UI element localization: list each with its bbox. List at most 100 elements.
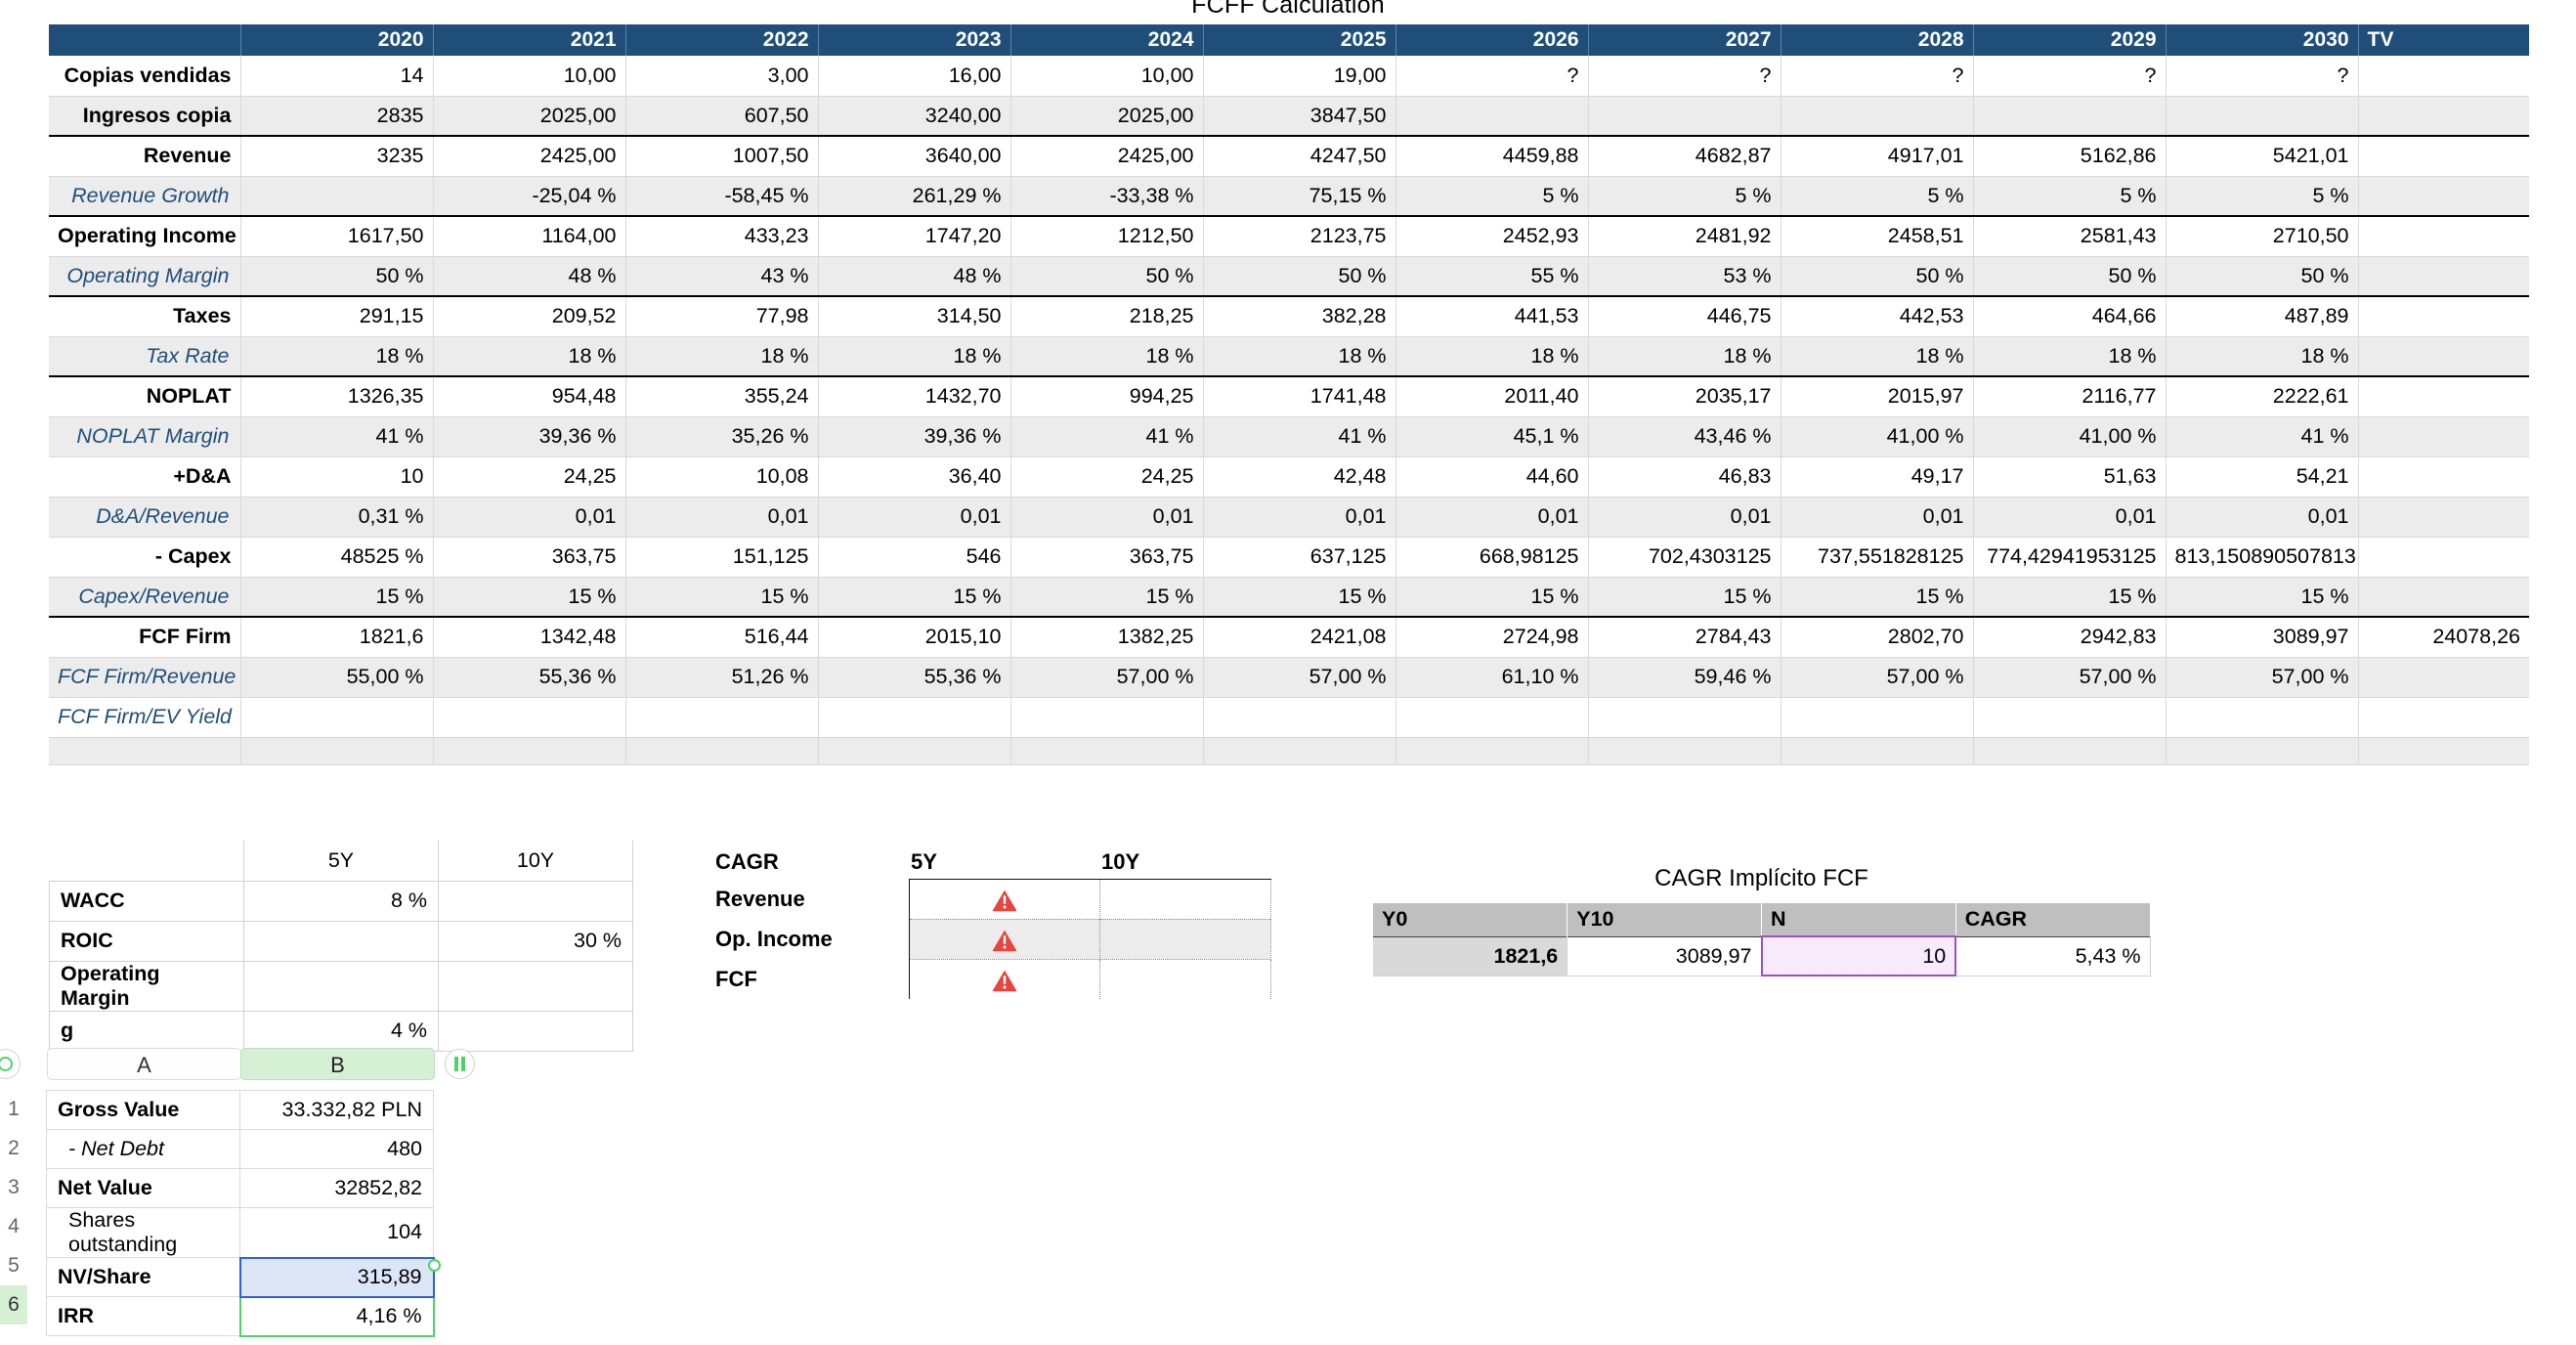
- fcff-cell[interactable]: 50 %: [1781, 256, 1974, 297]
- fcff-cell[interactable]: [2358, 215, 2529, 257]
- fcff-row-label[interactable]: Ingresos copia: [49, 96, 241, 137]
- fcff-cell[interactable]: [1973, 697, 2167, 738]
- fcff-cell[interactable]: 54,21: [2166, 456, 2359, 498]
- wacc-row-label[interactable]: Operating Margin: [49, 960, 244, 1012]
- pause-icon[interactable]: [445, 1049, 475, 1079]
- fcff-cell[interactable]: 55,36 %: [433, 657, 626, 698]
- fcff-cell[interactable]: [625, 697, 819, 738]
- fcff-cell[interactable]: 2421,08: [1203, 616, 1396, 658]
- implicit-cell-cagr[interactable]: 5,43 %: [1955, 935, 2151, 976]
- fcff-cell[interactable]: 218,25: [1010, 295, 1204, 337]
- valuation-row-value[interactable]: 104: [239, 1207, 434, 1258]
- fcff-cell[interactable]: 51,26 %: [625, 657, 819, 698]
- fcff-cell[interactable]: 57,00 %: [2166, 657, 2359, 698]
- fcff-cell[interactable]: [2358, 657, 2529, 698]
- fcff-cell[interactable]: [818, 737, 1011, 765]
- fcff-cell[interactable]: 607,50: [625, 96, 819, 137]
- selection-fill-handle[interactable]: [428, 1259, 441, 1272]
- fcff-row-label[interactable]: - Capex: [49, 537, 241, 578]
- fcff-cell[interactable]: 18 %: [1395, 336, 1589, 377]
- fcff-cell[interactable]: 3235: [240, 135, 434, 177]
- fcff-cell[interactable]: [1781, 96, 1974, 137]
- fcff-cell[interactable]: [1781, 697, 1974, 738]
- fcff-cell[interactable]: 57,00 %: [1203, 657, 1396, 698]
- wacc-cell-5y[interactable]: [243, 920, 439, 962]
- fcff-row-label[interactable]: NOPLAT Margin: [49, 416, 241, 457]
- fcff-cell[interactable]: 2481,92: [1588, 215, 1782, 257]
- wacc-cell-5y[interactable]: 8 %: [243, 880, 439, 922]
- fcff-row-label[interactable]: Operating Margin: [49, 256, 241, 297]
- fcff-row-label[interactable]: [49, 737, 241, 765]
- fcff-cell[interactable]: 15 %: [240, 577, 434, 618]
- fcff-cell[interactable]: 39,36 %: [818, 416, 1011, 457]
- wacc-row-label[interactable]: ROIC: [49, 920, 244, 962]
- cagr-cell-5y[interactable]: [908, 879, 1100, 919]
- cagr-cell-10y[interactable]: [1099, 918, 1271, 960]
- fcff-cell[interactable]: 35,26 %: [625, 416, 819, 457]
- fcff-cell[interactable]: 41,00 %: [1781, 416, 1974, 457]
- row-header[interactable]: 4: [0, 1207, 27, 1246]
- fcff-cell[interactable]: 10,00: [1010, 56, 1204, 97]
- fcff-cell[interactable]: 1821,6: [240, 616, 434, 658]
- fcff-cell[interactable]: 45,1 %: [1395, 416, 1589, 457]
- fcff-cell[interactable]: [1973, 737, 2167, 765]
- row-header[interactable]: 2: [0, 1129, 27, 1168]
- fcff-cell[interactable]: 10: [240, 456, 434, 498]
- fcff-cell[interactable]: 15 %: [1588, 577, 1782, 618]
- valuation-row-label[interactable]: IRR: [46, 1296, 240, 1336]
- fcff-cell[interactable]: 1617,50: [240, 215, 434, 257]
- fcff-col-header-2022[interactable]: 2022: [625, 24, 819, 56]
- fcff-cell[interactable]: 2802,70: [1781, 616, 1974, 658]
- fcff-cell[interactable]: 5 %: [1973, 176, 2167, 217]
- column-header-b[interactable]: B: [240, 1048, 435, 1080]
- fcff-cell[interactable]: 55 %: [1395, 256, 1589, 297]
- fcff-cell[interactable]: 2015,10: [818, 616, 1011, 658]
- fcff-cell[interactable]: 0,01: [1395, 497, 1589, 538]
- fcff-cell[interactable]: [2358, 577, 2529, 618]
- fcff-cell[interactable]: 2724,98: [1395, 616, 1589, 658]
- valuation-row-label[interactable]: Shares outstanding: [46, 1207, 240, 1258]
- fcff-row-label[interactable]: Copias vendidas: [49, 56, 241, 97]
- fcff-row-label[interactable]: Capex/Revenue: [49, 577, 241, 618]
- fcff-cell[interactable]: 702,4303125: [1588, 537, 1782, 578]
- fcff-cell[interactable]: 954,48: [433, 375, 626, 417]
- fcff-cell[interactable]: 18 %: [1973, 336, 2167, 377]
- fcff-cell[interactable]: 2123,75: [1203, 215, 1396, 257]
- fcff-cell[interactable]: [1395, 96, 1589, 137]
- fcff-row-label[interactable]: +D&A: [49, 456, 241, 498]
- fcff-row-label[interactable]: NOPLAT: [49, 375, 241, 417]
- fcff-cell[interactable]: 382,28: [1203, 295, 1396, 337]
- fcff-col-header-2027[interactable]: 2027: [1588, 24, 1782, 56]
- fcff-cell[interactable]: 2015,97: [1781, 375, 1974, 417]
- fcff-cell[interactable]: 50 %: [1010, 256, 1204, 297]
- valuation-row-label[interactable]: NV/Share: [46, 1257, 240, 1297]
- fcff-cell[interactable]: 3,00: [625, 56, 819, 97]
- fcff-cell[interactable]: [2358, 336, 2529, 377]
- fcff-cell[interactable]: 433,23: [625, 215, 819, 257]
- fcff-cell[interactable]: [2358, 96, 2529, 137]
- wacc-cell-10y[interactable]: [438, 880, 633, 922]
- fcff-cell[interactable]: 363,75: [1010, 537, 1204, 578]
- fcff-cell[interactable]: ?: [1781, 56, 1974, 97]
- fcff-cell[interactable]: 209,52: [433, 295, 626, 337]
- fcff-cell[interactable]: 4917,01: [1781, 135, 1974, 177]
- fcff-cell[interactable]: [2166, 96, 2359, 137]
- fcff-cell[interactable]: 49,17: [1781, 456, 1974, 498]
- fcff-cell[interactable]: 4247,50: [1203, 135, 1396, 177]
- fcff-col-header-2028[interactable]: 2028: [1781, 24, 1974, 56]
- fcff-col-header-2025[interactable]: 2025: [1203, 24, 1396, 56]
- fcff-cell[interactable]: 77,98: [625, 295, 819, 337]
- fcff-cell[interactable]: 2581,43: [1973, 215, 2167, 257]
- fcff-cell[interactable]: 363,75: [433, 537, 626, 578]
- row-header[interactable]: 1: [0, 1090, 27, 1129]
- fcff-cell[interactable]: [240, 737, 434, 765]
- fcff-cell[interactable]: 16,00: [818, 56, 1011, 97]
- fcff-cell[interactable]: 668,98125: [1395, 537, 1589, 578]
- wacc-cell-10y[interactable]: [438, 960, 633, 1012]
- fcff-cell[interactable]: [433, 697, 626, 738]
- record-circle-icon[interactable]: [0, 1049, 21, 1079]
- fcff-cell[interactable]: 1326,35: [240, 375, 434, 417]
- fcff-cell[interactable]: 41 %: [2166, 416, 2359, 457]
- fcff-cell[interactable]: [240, 697, 434, 738]
- fcff-cell[interactable]: [2358, 537, 2529, 578]
